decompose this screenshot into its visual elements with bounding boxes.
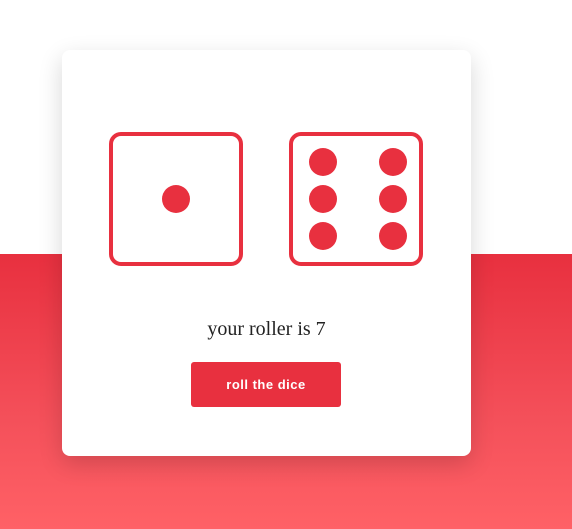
roll-dice-button[interactable]: roll the dice (191, 362, 341, 407)
die-right (289, 132, 423, 266)
die-pip (379, 222, 407, 250)
die-pip (162, 185, 190, 213)
die-pip (309, 148, 337, 176)
dice-card: your roller is 7 roll the dice (62, 50, 471, 456)
roll-result-text: your roller is 7 (207, 318, 326, 340)
die-pip (379, 185, 407, 213)
die-pip (309, 222, 337, 250)
die-left (109, 132, 243, 266)
die-pip (379, 148, 407, 176)
die-pip (309, 185, 337, 213)
